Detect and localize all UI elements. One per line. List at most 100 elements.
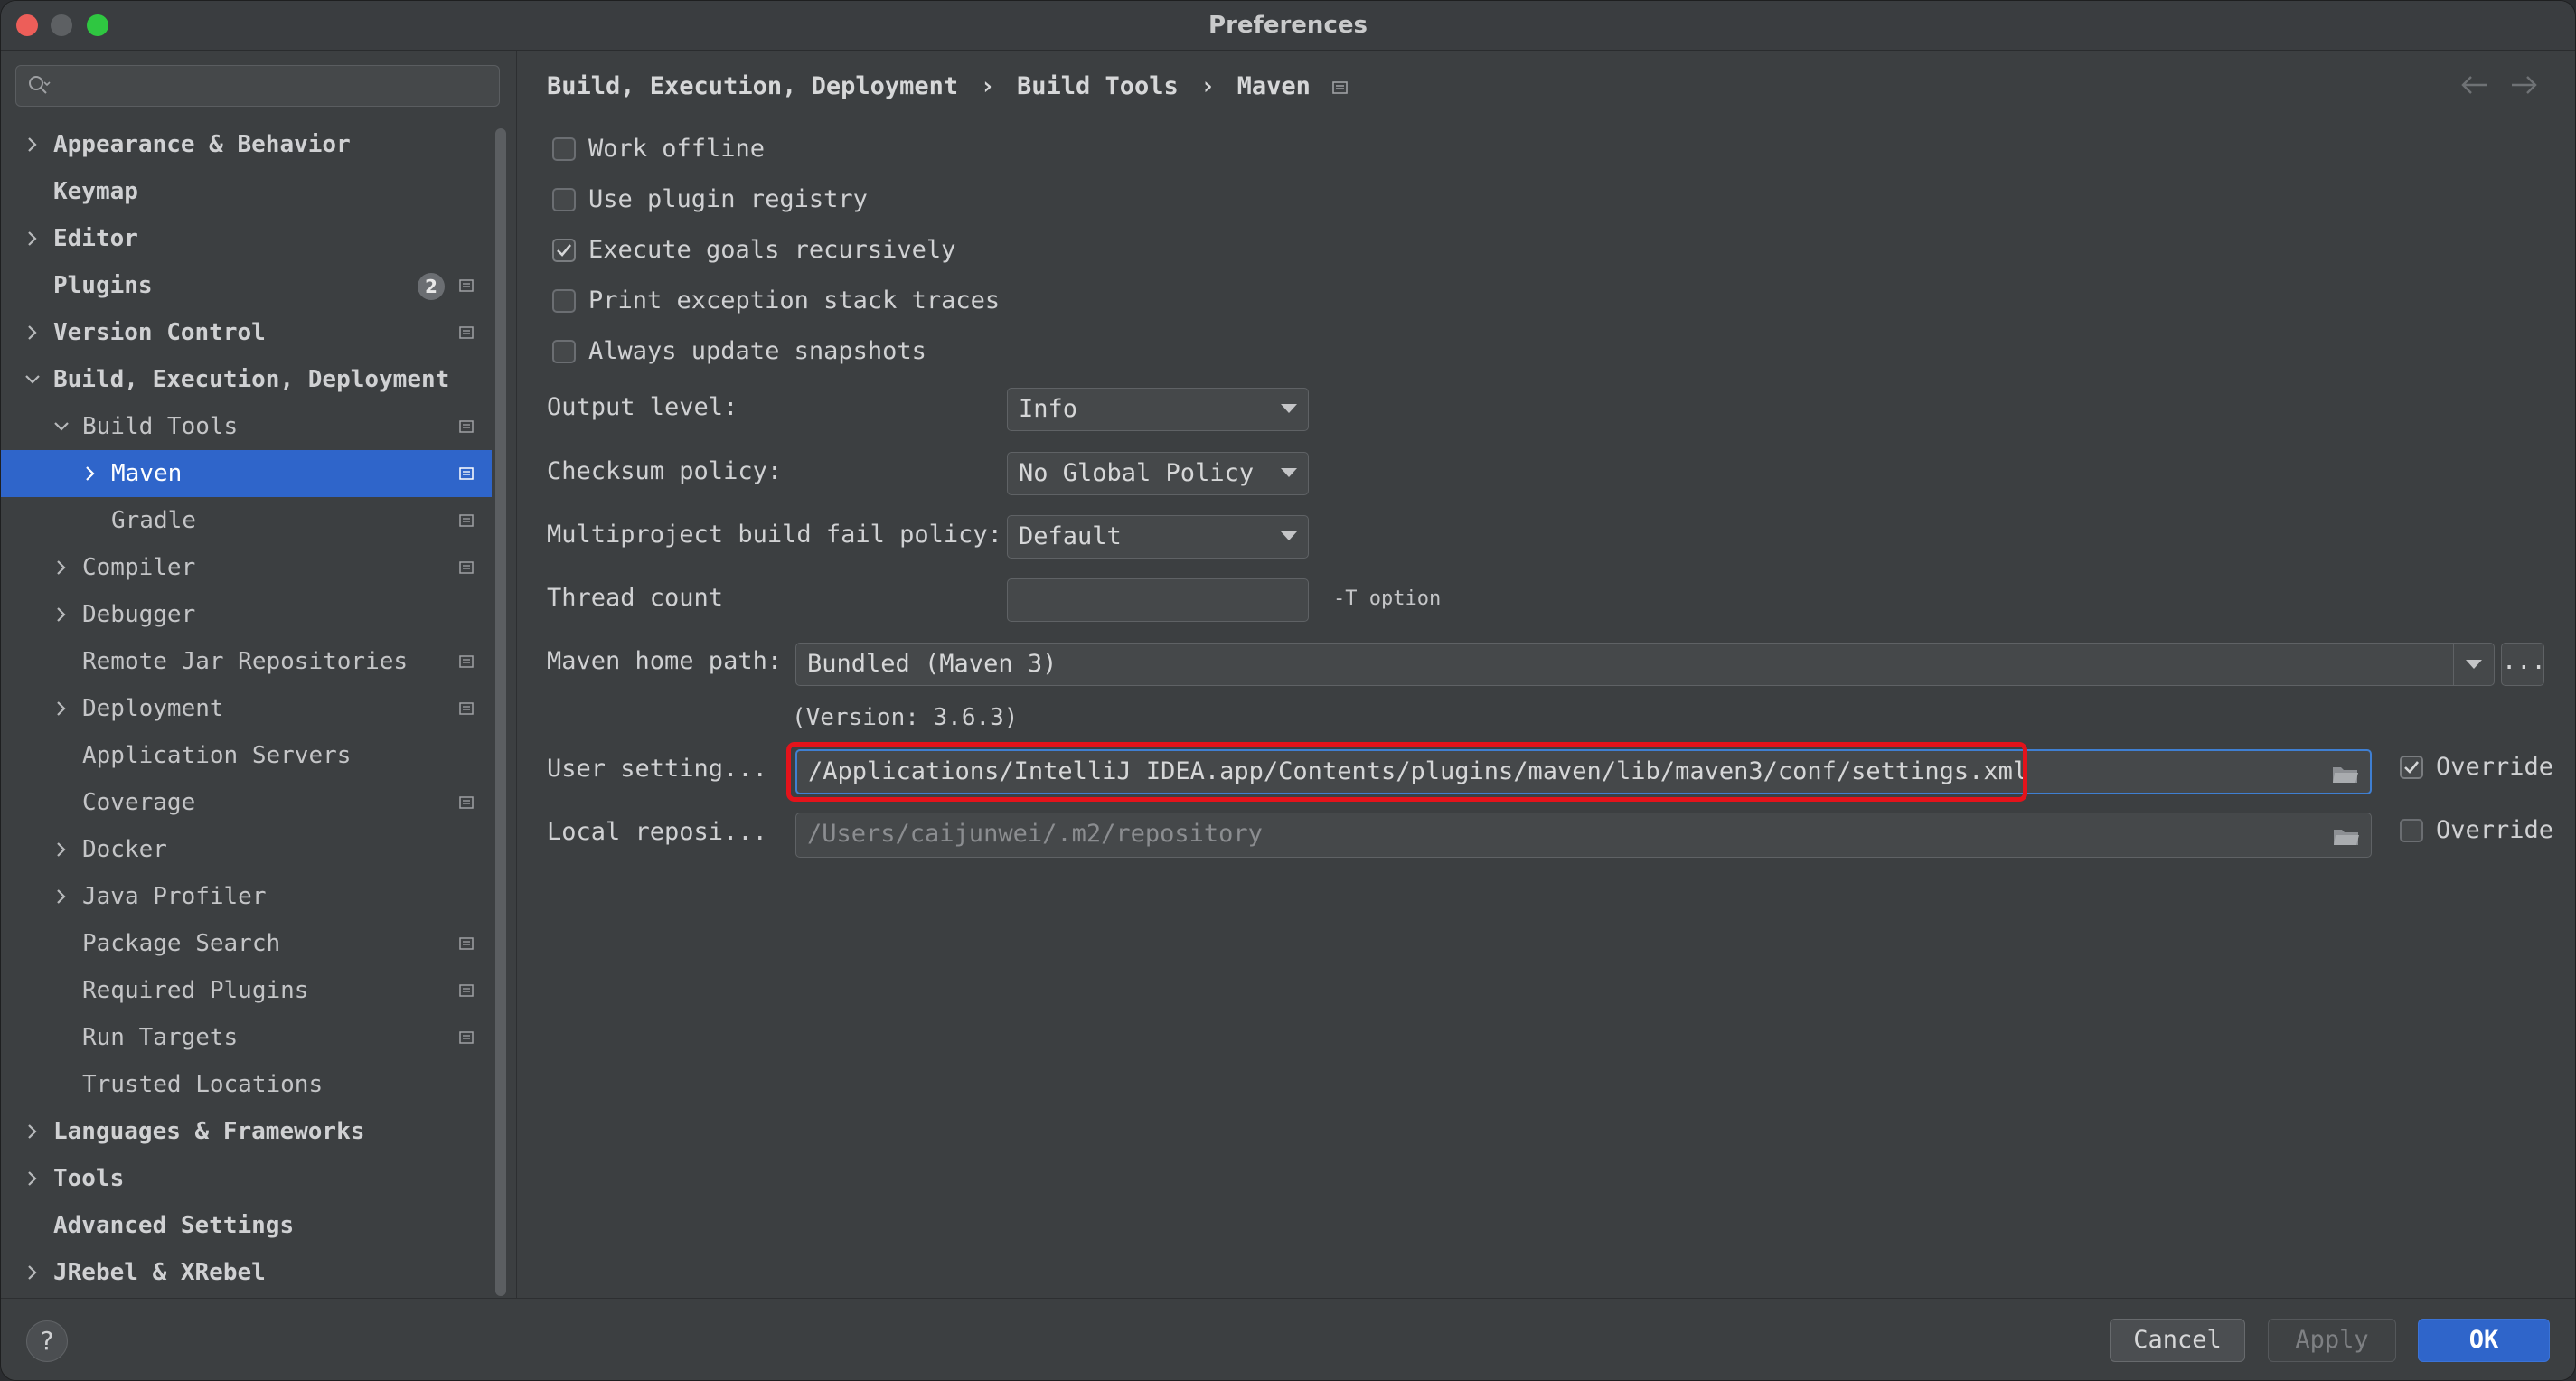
folder-icon[interactable] xyxy=(2333,826,2360,846)
thread-count-label: Thread count xyxy=(547,584,724,612)
sidebar-item-debugger[interactable]: Debugger xyxy=(1,591,492,638)
breadcrumb: Build, Execution, Deployment › Build Too… xyxy=(547,72,1349,100)
always-update-snapshots-checkbox[interactable] xyxy=(552,340,576,363)
chevron-right-icon[interactable] xyxy=(23,1169,42,1188)
sidebar-item-appearance-behavior[interactable]: Appearance & Behavior xyxy=(1,121,492,168)
thread-count-input[interactable] xyxy=(1007,578,1309,622)
sidebar-item-required-plugins[interactable]: Required Plugins xyxy=(1,967,492,1014)
chevron-right-icon[interactable] xyxy=(52,840,71,860)
sidebar-item-label: Application Servers xyxy=(82,742,352,769)
sidebar-item-plugins[interactable]: Plugins 2 xyxy=(1,262,492,309)
sidebar-item-maven[interactable]: Maven xyxy=(1,450,492,497)
sidebar-item-build-execution-deployment[interactable]: Build, Execution, Deployment xyxy=(1,356,492,403)
print-exception-stack-traces-label: Print exception stack traces xyxy=(588,287,1001,315)
sidebar-item-tools[interactable]: Tools xyxy=(1,1155,492,1202)
sidebar-item-label: Docker xyxy=(82,836,167,863)
sidebar-item-version-control[interactable]: Version Control xyxy=(1,309,492,356)
help-button[interactable]: ? xyxy=(26,1320,68,1362)
history-navigation xyxy=(2461,76,2537,94)
local-repository-override-label: Override xyxy=(2436,816,2554,844)
sidebar-item-label: Coverage xyxy=(82,789,196,816)
maven-home-select[interactable]: Bundled (Maven 3) xyxy=(795,643,2495,686)
user-settings-override-checkbox[interactable] xyxy=(2400,756,2423,779)
print-exception-stack-traces-checkbox[interactable] xyxy=(552,289,576,313)
sidebar-item-package-search[interactable]: Package Search xyxy=(1,920,492,967)
chevron-down-icon[interactable] xyxy=(23,370,42,390)
chevron-right-icon[interactable] xyxy=(23,135,42,155)
project-scope-icon xyxy=(459,702,474,715)
sidebar-item-keymap[interactable]: Keymap xyxy=(1,168,492,215)
apply-button[interactable]: Apply xyxy=(2268,1319,2396,1362)
checksum-policy-select[interactable]: No Global Policy xyxy=(1007,452,1309,495)
execute-goals-recursively-label: Execute goals recursively xyxy=(588,236,956,264)
sidebar-item-trusted-locations[interactable]: Trusted Locations xyxy=(1,1061,492,1108)
multiproject-policy-select[interactable]: Default xyxy=(1007,515,1309,559)
sidebar-item-jrebel-xrebel[interactable]: JRebel & XRebel xyxy=(1,1249,492,1296)
chevron-right-icon[interactable] xyxy=(52,887,71,907)
cancel-button[interactable]: Cancel xyxy=(2110,1319,2245,1362)
project-scope-icon xyxy=(1332,80,1348,94)
sidebar-item-label: Advanced Settings xyxy=(53,1212,295,1239)
checksum-policy-value: No Global Policy xyxy=(1019,459,1255,487)
sidebar-item-editor[interactable]: Editor xyxy=(1,215,492,262)
execute-goals-recursively-checkbox[interactable] xyxy=(552,239,576,262)
maven-home-label: Maven home path: xyxy=(547,647,783,675)
chevron-right-icon[interactable] xyxy=(23,1122,42,1141)
sidebar-item-compiler[interactable]: Compiler xyxy=(1,544,492,591)
chevron-right-icon[interactable] xyxy=(23,229,42,249)
sidebar-item-label: Appearance & Behavior xyxy=(53,131,351,158)
settings-search-input[interactable] xyxy=(15,65,500,107)
sidebar-item-build-tools[interactable]: Build Tools xyxy=(1,403,492,450)
always-update-snapshots-label: Always update snapshots xyxy=(588,337,926,365)
chevron-down-icon xyxy=(1281,404,1297,413)
chevron-down-icon xyxy=(2466,660,2482,669)
user-settings-input[interactable]: /Applications/IntelliJ IDEA.app/Contents… xyxy=(795,749,2372,794)
thread-count-hint: -T option xyxy=(1333,587,1442,610)
title-bar: Preferences xyxy=(1,1,2575,51)
forward-arrow-icon[interactable] xyxy=(2512,76,2537,94)
sidebar-item-coverage[interactable]: Coverage xyxy=(1,779,492,826)
sidebar-item-label: Remote Jar Repositories xyxy=(82,648,409,675)
sidebar-item-gradle[interactable]: Gradle xyxy=(1,497,492,544)
back-arrow-icon[interactable] xyxy=(2461,76,2487,94)
update-count-badge: 2 xyxy=(418,273,445,300)
project-scope-icon xyxy=(459,937,474,950)
sidebar-item-application-servers[interactable]: Application Servers xyxy=(1,732,492,779)
folder-icon[interactable] xyxy=(2332,764,2359,784)
chevron-right-icon[interactable] xyxy=(52,605,71,625)
output-level-value: Info xyxy=(1019,395,1078,423)
chevron-down-icon[interactable] xyxy=(52,417,71,437)
sidebar-item-docker[interactable]: Docker xyxy=(1,826,492,873)
breadcrumb-part-2[interactable]: Build Tools xyxy=(1017,72,1179,100)
use-plugin-registry-label: Use plugin registry xyxy=(588,185,868,213)
chevron-right-icon[interactable] xyxy=(80,464,100,484)
local-repository-input[interactable]: /Users/caijunwei/.m2/repository xyxy=(795,813,2372,858)
maven-version-text: (Version: 3.6.3) xyxy=(792,704,1019,731)
sidebar-item-java-profiler[interactable]: Java Profiler xyxy=(1,873,492,920)
sidebar-item-label: Editor xyxy=(53,225,138,252)
ok-button[interactable]: OK xyxy=(2418,1319,2550,1362)
project-scope-icon xyxy=(459,561,474,574)
chevron-right-icon[interactable] xyxy=(52,699,71,719)
local-repository-override-checkbox[interactable] xyxy=(2400,819,2423,842)
sidebar-item-deployment[interactable]: Deployment xyxy=(1,685,492,732)
maven-home-browse-button[interactable]: ... xyxy=(2501,643,2544,686)
maven-home-dropdown-button[interactable] xyxy=(2453,644,2494,685)
sidebar-item-remote-jar-repositories[interactable]: Remote Jar Repositories xyxy=(1,638,492,685)
work-offline-checkbox[interactable] xyxy=(552,137,576,161)
chevron-right-icon[interactable] xyxy=(23,1263,42,1282)
sidebar-item-advanced-settings[interactable]: Advanced Settings xyxy=(1,1202,492,1249)
sidebar-item-label: Required Plugins xyxy=(82,977,309,1004)
sidebar-item-run-targets[interactable]: Run Targets xyxy=(1,1014,492,1061)
sidebar-item-label: Gradle xyxy=(111,507,196,534)
use-plugin-registry-checkbox[interactable] xyxy=(552,188,576,211)
breadcrumb-part-1[interactable]: Build, Execution, Deployment xyxy=(547,72,958,100)
chevron-right-icon[interactable] xyxy=(52,558,71,578)
output-level-select[interactable]: Info xyxy=(1007,388,1309,431)
chevron-right-icon[interactable] xyxy=(23,323,42,343)
sidebar-item-languages-frameworks[interactable]: Languages & Frameworks xyxy=(1,1108,492,1155)
sidebar-scrollbar[interactable] xyxy=(495,128,506,1296)
sidebar-item-label: Languages & Frameworks xyxy=(53,1118,365,1145)
local-repository-label: Local reposi... xyxy=(547,818,767,846)
dialog-footer: ? Cancel Apply OK xyxy=(1,1298,2575,1380)
